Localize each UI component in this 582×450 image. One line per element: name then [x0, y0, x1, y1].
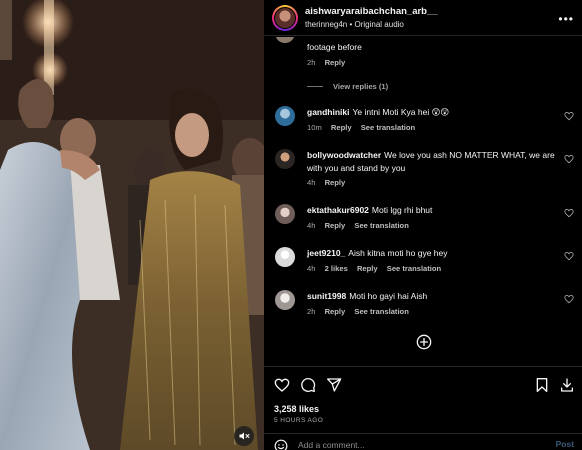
comment-username[interactable]: bollywoodwatcher: [307, 150, 381, 160]
comment-username[interactable]: sunit1998: [307, 291, 346, 301]
heart-icon[interactable]: [564, 154, 574, 164]
heart-icon[interactable]: [564, 208, 574, 218]
download-icon[interactable]: [559, 377, 575, 393]
comment-avatar[interactable]: [275, 290, 295, 310]
reply-button[interactable]: Reply: [357, 264, 378, 273]
comment-meta: 2h Reply: [307, 58, 346, 67]
likes-count[interactable]: 3,258 likes: [274, 404, 319, 414]
post-comment-button[interactable]: Post: [556, 439, 574, 449]
reply-button[interactable]: Reply: [325, 307, 346, 316]
add-comment-bar: Post: [264, 433, 582, 450]
comments-list[interactable]: footage before 2h Reply View replies (1)…: [264, 37, 582, 365]
more-horizontal-icon[interactable]: •••: [558, 12, 574, 26]
post-timestamp: 5 HOURS AGO: [274, 417, 324, 424]
reply-button[interactable]: Reply: [325, 58, 346, 67]
comment-username[interactable]: ektathakur6902: [307, 205, 369, 215]
comment-avatar[interactable]: [275, 247, 295, 267]
author-avatar[interactable]: [272, 5, 298, 31]
video-frame-image: [0, 0, 264, 450]
audio-creator-link[interactable]: therinneg4n: [305, 20, 347, 29]
emoji-icon[interactable]: [274, 439, 288, 450]
see-translation-button[interactable]: See translation: [361, 123, 415, 132]
reply-button[interactable]: Reply: [331, 123, 352, 132]
bookmark-icon[interactable]: [534, 377, 550, 393]
comment-username[interactable]: gandhiniki: [307, 107, 350, 117]
send-icon[interactable]: [326, 377, 342, 393]
comment-meta: 4h Reply See translation: [307, 221, 409, 230]
comment-meta: 4h 2 likes Reply See translation: [307, 264, 442, 273]
author-username[interactable]: aishwaryaraibachchan_arb__: [305, 6, 438, 17]
heart-icon[interactable]: [564, 294, 574, 304]
post-subtitle: therinneg4n • Original audio: [305, 20, 404, 29]
mute-button[interactable]: [234, 426, 254, 446]
post-video[interactable]: [0, 0, 264, 450]
view-replies-button[interactable]: View replies (1): [307, 82, 388, 91]
post-actions: 3,258 likes 5 HOURS AGO Post: [264, 366, 582, 450]
comment-avatar[interactable]: [275, 37, 295, 43]
reply-button[interactable]: Reply: [325, 221, 346, 230]
comment-text: gandhiniki Ye intni Moti Kya hei 😲😲: [307, 107, 450, 117]
comment-meta: 10m Reply See translation: [307, 123, 416, 132]
heart-icon[interactable]: [564, 251, 574, 261]
comment-text: bollywoodwatcher We love you ash NO MATTE…: [307, 150, 555, 173]
speaker-muted-icon: [239, 432, 250, 440]
comment-avatar[interactable]: [275, 106, 295, 126]
comment-likes[interactable]: 2 likes: [325, 264, 348, 273]
comment-input[interactable]: [298, 437, 528, 450]
plus-circle-icon[interactable]: [416, 334, 432, 350]
comment-icon[interactable]: [300, 377, 316, 393]
heart-icon[interactable]: [564, 111, 574, 121]
audio-link[interactable]: Original audio: [355, 20, 404, 29]
see-translation-button[interactable]: See translation: [354, 307, 408, 316]
comment-avatar[interactable]: [275, 149, 295, 169]
reply-button[interactable]: Reply: [325, 178, 346, 187]
see-translation-button[interactable]: See translation: [387, 264, 441, 273]
comment-text: ektathakur6902 Moti lgg rhi bhut: [307, 205, 433, 215]
heart-icon[interactable]: [274, 377, 290, 393]
comment-text: footage before: [307, 42, 362, 52]
comment-username[interactable]: jeet9210_: [307, 248, 345, 258]
comment-text: jeet9210_ Aish kitna moti ho gye hey: [307, 248, 448, 258]
comment-avatar[interactable]: [275, 204, 295, 224]
comment-meta: 4h Reply: [307, 178, 346, 187]
comment-meta: 2h Reply See translation: [307, 307, 409, 316]
post-side-panel: aishwaryaraibachchan_arb__ therinneg4n •…: [264, 0, 582, 450]
comment-text: sunit1998 Moti ho gayi hai Aish: [307, 291, 428, 301]
post-header: aishwaryaraibachchan_arb__ therinneg4n •…: [264, 0, 582, 36]
see-translation-button[interactable]: See translation: [354, 221, 408, 230]
